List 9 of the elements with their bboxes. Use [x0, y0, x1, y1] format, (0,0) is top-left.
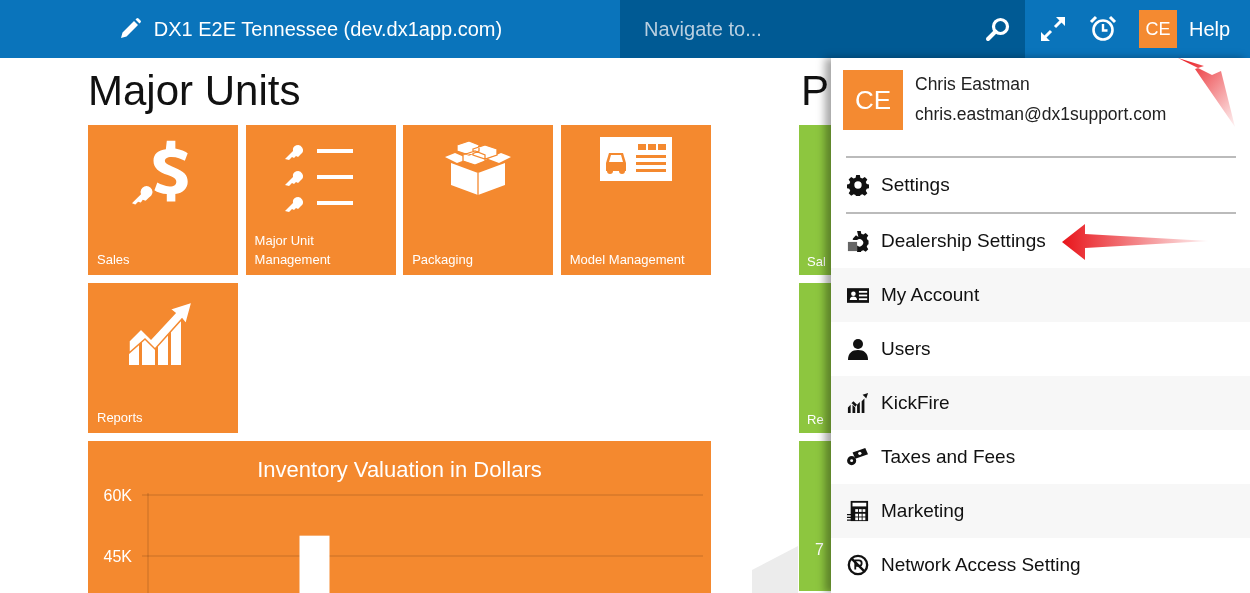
user-email: chris.eastman@dx1support.com	[915, 103, 1167, 126]
axis-label: 45K	[103, 548, 132, 565]
site-title: DX1 E2E Tennessee (dev.dx1app.com)	[153, 17, 503, 41]
user-avatar: CE	[843, 70, 903, 130]
chart-title: Inventory Valuation in Dollars	[256, 456, 543, 483]
section-heading: P	[801, 66, 830, 116]
section-heading: Major Units	[88, 66, 302, 116]
user-name: Chris Eastman	[915, 73, 1031, 96]
axis-label: 60K	[103, 487, 132, 504]
